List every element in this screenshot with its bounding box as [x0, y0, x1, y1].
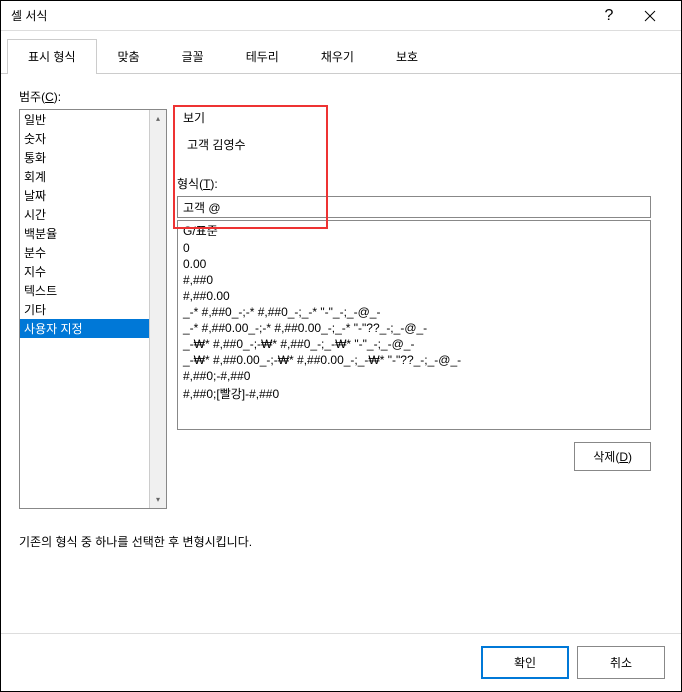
close-icon — [644, 10, 656, 22]
format-input[interactable] — [177, 196, 651, 218]
preview-value: 고객 김영수 — [177, 132, 663, 157]
format-list-item[interactable]: 0 — [178, 240, 650, 256]
preview-label: 보기 — [177, 109, 663, 126]
format-list-item[interactable]: 0.00 — [178, 256, 650, 272]
close-button[interactable] — [627, 1, 673, 31]
tab-5[interactable]: 보호 — [375, 39, 439, 73]
category-listbox[interactable]: 일반숫자통화회계날짜시간백분율분수지수텍스트기타사용자 지정 ▴ ▾ — [19, 109, 167, 509]
cancel-button[interactable]: 취소 — [577, 646, 665, 679]
category-item[interactable]: 텍스트 — [20, 281, 149, 300]
content-area: 범주(C): 일반숫자통화회계날짜시간백분율분수지수텍스트기타사용자 지정 ▴ … — [1, 74, 681, 564]
scroll-down-icon[interactable]: ▾ — [150, 491, 166, 508]
tab-1[interactable]: 맞춤 — [97, 39, 161, 73]
delete-button[interactable]: 삭제(D) — [574, 442, 651, 471]
format-label: 형식(T): — [177, 175, 663, 192]
format-list-item[interactable]: #,##0 — [178, 272, 650, 288]
category-item[interactable]: 분수 — [20, 243, 149, 262]
category-item[interactable]: 날짜 — [20, 186, 149, 205]
format-list-item[interactable]: #,##0.00 — [178, 288, 650, 304]
scroll-up-icon[interactable]: ▴ — [150, 110, 166, 127]
category-item[interactable]: 기타 — [20, 300, 149, 319]
category-scrollbar[interactable]: ▴ ▾ — [149, 110, 166, 508]
tab-3[interactable]: 테두리 — [225, 39, 300, 73]
titlebar: 셀 서식 ? — [1, 1, 681, 31]
tabs-row: 표시 형식맞춤글꼴테두리채우기보호 — [1, 31, 681, 74]
category-item[interactable]: 회계 — [20, 167, 149, 186]
help-button[interactable]: ? — [591, 1, 627, 31]
category-item[interactable]: 지수 — [20, 262, 149, 281]
tab-2[interactable]: 글꼴 — [161, 39, 225, 73]
category-item[interactable]: 숫자 — [20, 129, 149, 148]
main-row: 일반숫자통화회계날짜시간백분율분수지수텍스트기타사용자 지정 ▴ ▾ 보기 고객… — [19, 109, 663, 509]
format-list-item[interactable]: #,##0;-#,##0 — [178, 368, 650, 384]
hint-text: 기존의 형식 중 하나를 선택한 후 변형시킵니다. — [19, 533, 663, 550]
dialog-title: 셀 서식 — [9, 7, 591, 24]
ok-button[interactable]: 확인 — [481, 646, 569, 679]
tab-0[interactable]: 표시 형식 — [7, 39, 97, 73]
category-item[interactable]: 일반 — [20, 110, 149, 129]
delete-row: 삭제(D) — [177, 442, 651, 471]
cell-format-dialog: 셀 서식 ? 표시 형식맞춤글꼴테두리채우기보호 범주(C): 일반숫자통화회계… — [0, 0, 682, 692]
format-list-item[interactable]: #,##0;[빨강]-#,##0 — [178, 384, 650, 403]
format-list-item[interactable]: _-₩* #,##0.00_-;-₩* #,##0.00_-;_-₩* "-"?… — [178, 352, 650, 368]
format-list-item[interactable]: _-* #,##0_-;-* #,##0_-;_-* "-"_-;_-@_- — [178, 304, 650, 320]
format-list-item[interactable]: G/표준 — [178, 221, 650, 240]
category-item[interactable]: 사용자 지정 — [20, 319, 149, 338]
format-listbox[interactable]: G/표준00.00#,##0#,##0.00_-* #,##0_-;-* #,#… — [177, 220, 651, 430]
format-list-item[interactable]: _-* #,##0.00_-;-* #,##0.00_-;_-* "-"??_-… — [178, 320, 650, 336]
footer: 확인 취소 — [1, 633, 681, 691]
right-column: 보기 고객 김영수 형식(T): G/표준00.00#,##0#,##0.00_… — [177, 109, 663, 509]
tab-4[interactable]: 채우기 — [300, 39, 375, 73]
category-label: 범주(C): — [19, 88, 663, 105]
category-item[interactable]: 백분율 — [20, 224, 149, 243]
format-list-item[interactable]: _-₩* #,##0_-;-₩* #,##0_-;_-₩* "-"_-;_-@_… — [178, 336, 650, 352]
category-item[interactable]: 시간 — [20, 205, 149, 224]
category-item[interactable]: 통화 — [20, 148, 149, 167]
